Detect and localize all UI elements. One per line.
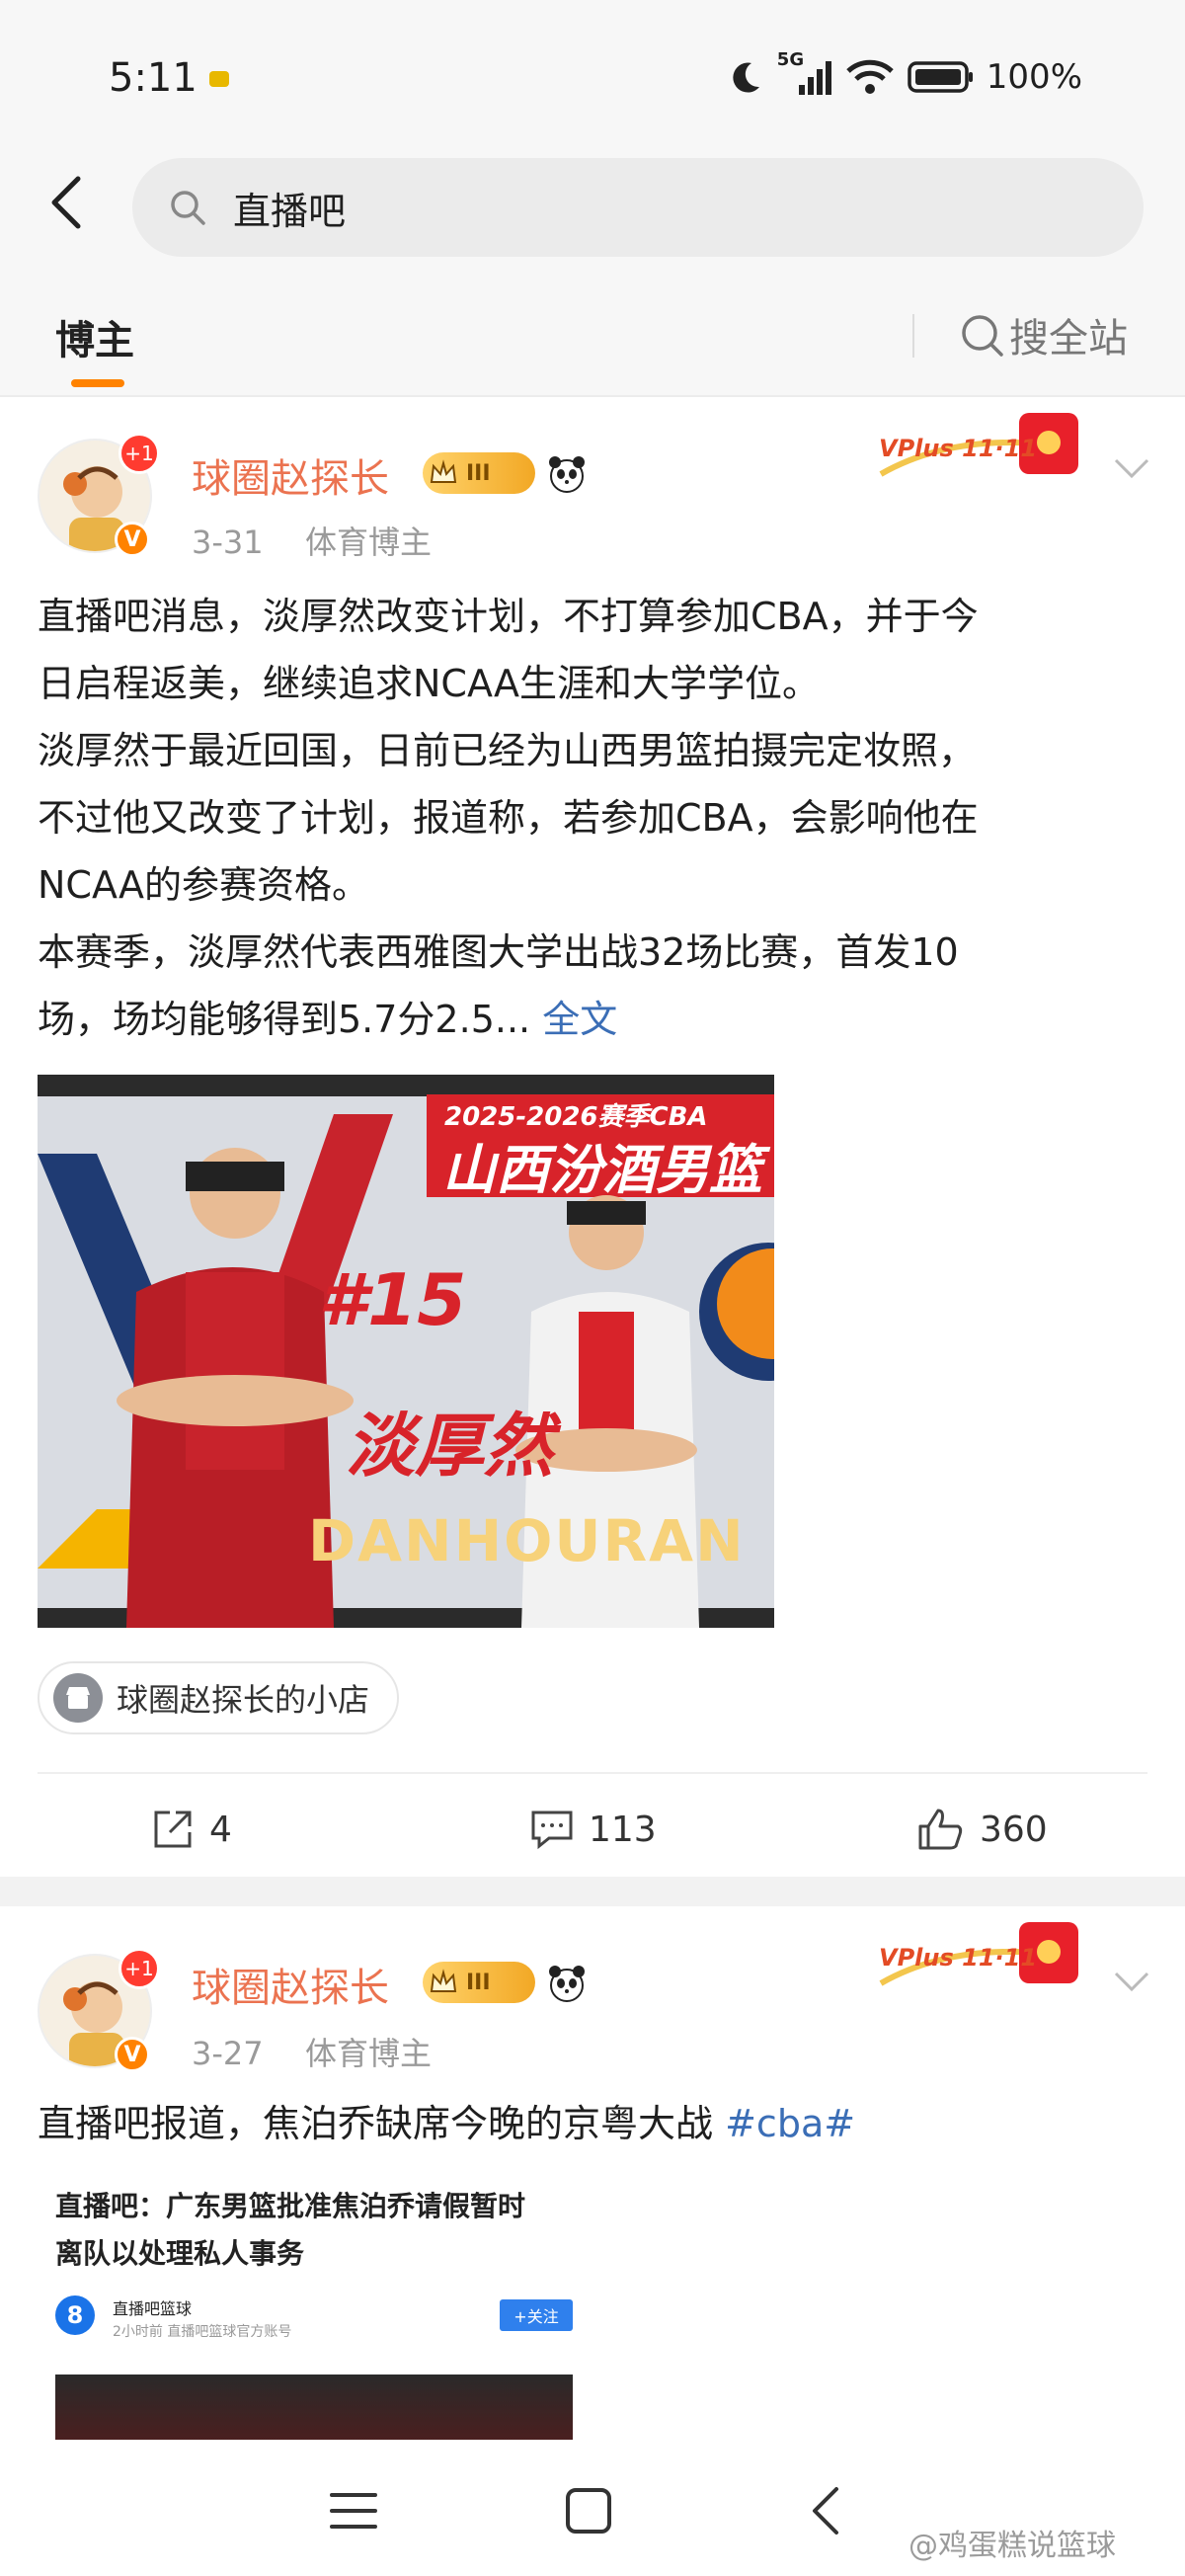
comment-button[interactable]: 113 bbox=[529, 1798, 657, 1861]
team-banner: 山西汾酒男篮 bbox=[442, 1139, 762, 1201]
square-icon bbox=[566, 2488, 611, 2534]
tab-bloggers[interactable]: 博主 bbox=[55, 308, 134, 365]
source-logo-icon: 8 bbox=[55, 2295, 95, 2335]
post-line: 日启程返美，继续追求NCAA生涯和大学学位。 bbox=[38, 662, 821, 705]
nav-back-button[interactable] bbox=[794, 2479, 857, 2542]
plus-badge: +1 bbox=[118, 1948, 160, 1989]
embed-photo bbox=[55, 2375, 573, 2440]
search-icon bbox=[962, 315, 1003, 357]
post-image[interactable]: 2025-2026赛季CBA 山西汾酒男篮 #15 淡厚然 DANHOURAN bbox=[38, 1075, 774, 1628]
player-name-cn: 淡厚然 bbox=[346, 1406, 553, 1487]
post-line: 淡厚然于最近回国，日前已经为山西男篮拍摄完定妆照， bbox=[38, 729, 977, 772]
shop-icon bbox=[53, 1673, 103, 1723]
post-meta: 3-27 体育博主 bbox=[192, 2029, 432, 2074]
post-date: 3-27 bbox=[192, 2035, 264, 2072]
crown-icon bbox=[430, 1969, 457, 1992]
embed-subtitle: 2小时前 直播吧篮球官方账号 bbox=[113, 2324, 292, 2340]
panda-icon bbox=[549, 456, 585, 493]
author-avatar[interactable]: +1 V bbox=[38, 433, 160, 557]
post-body[interactable]: 直播吧消息，淡厚然改变计划，不打算参加CBA，并于今 日启程返美，继续追求NCA… bbox=[38, 583, 1147, 1053]
feed-separator bbox=[0, 1877, 1185, 1906]
network-type: 5G bbox=[776, 49, 805, 70]
verified-badge: V bbox=[115, 2037, 150, 2072]
thumbs-up-icon bbox=[918, 1809, 963, 1850]
status-time: 5:11 bbox=[109, 55, 198, 101]
level-badge-text: III bbox=[466, 460, 491, 486]
search-all-button[interactable]: 搜全站 bbox=[958, 306, 1128, 363]
panda-icon bbox=[549, 1966, 585, 2002]
post-category: 体育博主 bbox=[304, 2035, 432, 2072]
post-line: 本赛季，淡厚然代表西雅图大学出战32场比赛，首发10 bbox=[38, 930, 959, 974]
post-line: 直播吧消息，淡厚然改变计划，不打算参加CBA，并于今 bbox=[38, 595, 979, 638]
tab-active-indicator bbox=[71, 379, 124, 387]
watermark: @鸡蛋糕说篮球 bbox=[908, 2529, 1116, 2563]
search-input[interactable]: 直播吧 bbox=[132, 158, 1144, 257]
chevron-left-icon bbox=[51, 176, 81, 229]
crown-icon bbox=[430, 459, 457, 483]
hashtag-link[interactable]: #cba# bbox=[725, 2102, 855, 2145]
home-button[interactable] bbox=[557, 2479, 620, 2542]
like-count: 360 bbox=[980, 1809, 1048, 1850]
shop-label: 球圈赵探长的小店 bbox=[117, 1681, 370, 1719]
level-badge-text: III bbox=[466, 1970, 491, 1995]
author-name[interactable]: 球圈赵探长 bbox=[192, 1956, 389, 2013]
like-button[interactable]: 360 bbox=[916, 1798, 1048, 1861]
shop-chip[interactable]: 球圈赵探长的小店 bbox=[38, 1661, 400, 1734]
post-body[interactable]: 直播吧报道，焦泊乔缺席今晚的京粤大战 #cba# bbox=[38, 2090, 1147, 2157]
search-query: 直播吧 bbox=[233, 189, 347, 233]
back-button[interactable] bbox=[36, 172, 97, 233]
level-badge: III bbox=[423, 1962, 535, 2003]
post-line: 场，场均能够得到5.7分2.5... bbox=[38, 998, 543, 1041]
status-bar: 5:11 5G 100% bbox=[0, 0, 1185, 148]
vplus-label: VPlus 11·11 bbox=[879, 1944, 1038, 1972]
search-all-label: 搜全站 bbox=[1009, 316, 1128, 362]
menu-button[interactable] bbox=[322, 2479, 385, 2542]
verified-badge: V bbox=[115, 522, 150, 557]
battery-icon bbox=[908, 61, 973, 93]
follow-button: +关注 bbox=[500, 2299, 573, 2331]
battery-percent: 100% bbox=[986, 57, 1082, 97]
moon-icon bbox=[733, 62, 759, 93]
author-name[interactable]: 球圈赵探长 bbox=[192, 446, 389, 504]
share-button[interactable]: 4 bbox=[150, 1798, 232, 1861]
post-date: 3-31 bbox=[192, 523, 264, 561]
embed-title-line: 离队以处理私人事务 bbox=[55, 2237, 305, 2270]
vplus-promo[interactable]: VPlus 11·11 bbox=[871, 1914, 1108, 2005]
embed-source: 直播吧篮球 bbox=[113, 2299, 193, 2318]
embed-title-line: 直播吧：广东男篮批准焦泊乔请假暂时 bbox=[55, 2190, 526, 2222]
vplus-label: VPlus 11·11 bbox=[879, 435, 1038, 462]
level-badge: III bbox=[423, 452, 535, 494]
share-count: 4 bbox=[209, 1809, 232, 1850]
search-header: 直播吧 bbox=[0, 148, 1185, 257]
chevron-down-icon[interactable] bbox=[1110, 1960, 1153, 2003]
comment-count: 113 bbox=[589, 1809, 657, 1850]
tab-divider bbox=[912, 314, 914, 358]
status-icons: 5G 100% bbox=[726, 49, 1082, 103]
embed-title: 直播吧：广东男篮批准焦泊乔请假暂时 离队以处理私人事务 bbox=[55, 2183, 569, 2278]
chevron-left-icon bbox=[813, 2487, 838, 2535]
tab-row: 博主 搜全站 bbox=[0, 257, 1185, 397]
signal-icon: 5G bbox=[777, 49, 832, 99]
jersey-number: #15 bbox=[318, 1258, 467, 1341]
player-name-en: DANHOURAN bbox=[308, 1507, 746, 1574]
post-line: 直播吧报道，焦泊乔缺席今晚的京粤大战 bbox=[38, 2102, 726, 2145]
notification-indicator-icon bbox=[209, 71, 229, 87]
wifi-icon bbox=[846, 59, 894, 94]
embedded-news-image[interactable]: 直播吧：广东男篮批准焦泊乔请假暂时 离队以处理私人事务 8 直播吧篮球 2小时前… bbox=[38, 2173, 591, 2440]
plus-badge: +1 bbox=[118, 433, 160, 474]
search-icon bbox=[171, 191, 205, 225]
menu-icon bbox=[330, 2493, 377, 2529]
chevron-down-icon[interactable] bbox=[1110, 446, 1153, 490]
post-category: 体育博主 bbox=[304, 523, 432, 561]
full-text-link[interactable]: 全文 bbox=[542, 998, 617, 1041]
vplus-promo[interactable]: VPlus 11·11 bbox=[871, 405, 1108, 496]
post-line: 不过他又改变了计划，报道称，若参加CBA，会影响他在 bbox=[38, 796, 979, 840]
post-line: NCAA的参赛资格。 bbox=[38, 863, 370, 907]
divider bbox=[38, 1772, 1147, 1774]
comment-icon bbox=[531, 1811, 573, 1850]
author-avatar[interactable]: +1 V bbox=[38, 1948, 160, 2072]
share-icon bbox=[154, 1811, 192, 1848]
post-meta: 3-31 体育博主 bbox=[192, 518, 432, 563]
